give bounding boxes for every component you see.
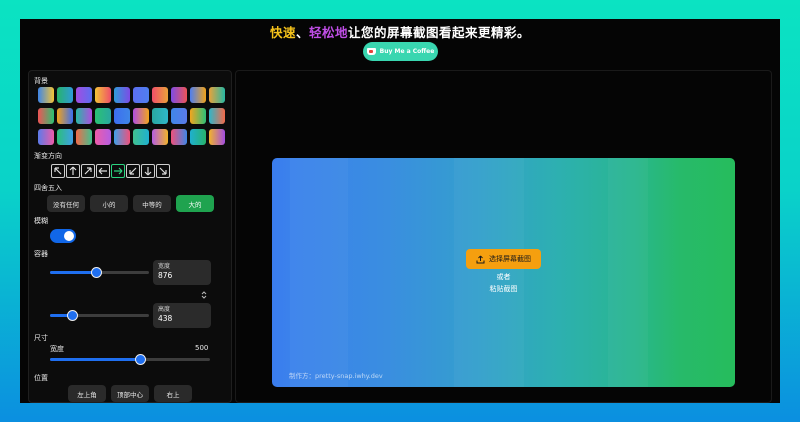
toggle-knob <box>64 231 74 241</box>
slider-thumb[interactable] <box>67 310 78 321</box>
title-rest: 让您的屏幕截图看起来更精彩。 <box>348 25 531 40</box>
choose-screenshot-button[interactable]: 选择屏幕截图 <box>466 249 541 269</box>
blur-label: 模糊 <box>34 217 48 225</box>
background-swatch[interactable] <box>38 129 54 145</box>
background-swatch[interactable] <box>114 87 130 103</box>
background-swatch[interactable] <box>209 129 225 145</box>
background-swatch[interactable] <box>171 129 187 145</box>
background-swatch[interactable] <box>76 87 92 103</box>
background-swatch[interactable] <box>38 108 54 124</box>
blur-toggle[interactable] <box>50 229 76 243</box>
background-swatch[interactable] <box>190 129 206 145</box>
or-text: 或者 <box>496 273 511 281</box>
background-swatch[interactable] <box>38 87 54 103</box>
arrow-right-icon <box>114 167 123 175</box>
settings-sidebar: 背景 渐变方向 四舍五入 没有任何 小的 中等的 大的 模糊 容器 宽度 876… <box>28 70 232 403</box>
direction-bottom-left-button[interactable] <box>126 164 140 178</box>
rounding-medium-button[interactable]: 中等的 <box>133 195 171 212</box>
rounding-label: 四舍五入 <box>34 184 62 192</box>
position-top-right-button[interactable]: 右上 <box>154 385 192 402</box>
size-label: 尺寸 <box>34 334 48 342</box>
background-swatch[interactable] <box>95 129 111 145</box>
background-swatch[interactable] <box>152 108 168 124</box>
background-swatch[interactable] <box>171 87 187 103</box>
app-window: 快速、轻松地让您的屏幕截图看起来更精彩。 Buy Me a Coffee 背景 … <box>20 19 780 403</box>
coffee-cup-icon <box>366 48 376 55</box>
arrow-up-left-icon <box>54 167 62 175</box>
background-swatch[interactable] <box>190 87 206 103</box>
paste-screenshot-text: 粘贴截图 <box>489 285 518 293</box>
arrow-left-icon <box>98 167 107 175</box>
background-swatch[interactable] <box>95 87 111 103</box>
background-swatch[interactable] <box>152 129 168 145</box>
arrow-down-right-icon <box>159 167 167 175</box>
gradient-direction-group <box>51 164 170 178</box>
position-label: 位置 <box>34 374 48 382</box>
swap-dimensions-icon[interactable] <box>201 290 207 300</box>
container-label: 容器 <box>34 250 48 258</box>
container-width-slider[interactable] <box>50 267 149 278</box>
background-swatch[interactable] <box>57 87 73 103</box>
background-label: 背景 <box>34 77 48 85</box>
rounding-large-button[interactable]: 大的 <box>176 195 214 212</box>
arrow-down-icon <box>144 167 152 176</box>
direction-left-button[interactable] <box>96 164 110 178</box>
background-swatch[interactable] <box>133 87 149 103</box>
position-top-left-button[interactable]: 左上角 <box>68 385 106 402</box>
upload-icon <box>476 255 485 263</box>
height-field-value: 438 <box>158 314 173 323</box>
container-height-slider[interactable] <box>50 310 149 321</box>
arrow-down-left-icon <box>129 167 137 175</box>
title-highlight-fast: 快速 <box>269 25 296 40</box>
choose-screenshot-label: 选择屏幕截图 <box>489 255 531 263</box>
background-swatch[interactable] <box>190 108 206 124</box>
title-highlight-easy: 轻松地 <box>309 25 349 40</box>
background-swatch[interactable] <box>152 87 168 103</box>
arrow-up-icon <box>69 166 77 175</box>
position-group: 左上角 顶部中心 右上 <box>68 385 192 402</box>
background-swatch[interactable] <box>57 108 73 124</box>
direction-top-left-button[interactable] <box>51 164 65 178</box>
rounding-none-button[interactable]: 没有任何 <box>47 195 85 212</box>
background-swatch[interactable] <box>171 108 187 124</box>
position-top-center-button[interactable]: 顶部中心 <box>111 385 149 402</box>
background-swatch[interactable] <box>209 108 225 124</box>
background-swatch[interactable] <box>114 129 130 145</box>
background-swatch[interactable] <box>57 129 73 145</box>
width-field-label: 宽度 <box>158 263 171 270</box>
slider-thumb[interactable] <box>91 267 102 278</box>
slider-thumb[interactable] <box>135 354 146 365</box>
background-swatch[interactable] <box>76 108 92 124</box>
size-width-slider[interactable] <box>50 354 210 365</box>
screenshot-canvas[interactable]: 选择屏幕截图 或者 粘贴截图 制作方：pretty-snap.iwhy.dev <box>272 158 735 387</box>
rounding-group: 没有任何 小的 中等的 大的 <box>47 195 214 212</box>
title-separator: 、 <box>295 25 309 40</box>
arrow-up-right-icon <box>84 167 92 175</box>
direction-up-button[interactable] <box>66 164 80 178</box>
direction-right-button[interactable] <box>111 164 125 178</box>
background-swatch[interactable] <box>209 87 225 103</box>
width-field-value: 876 <box>158 271 173 280</box>
background-swatch[interactable] <box>95 108 111 124</box>
background-swatch[interactable] <box>133 108 149 124</box>
background-swatch[interactable] <box>133 129 149 145</box>
preview-panel: 选择屏幕截图 或者 粘贴截图 制作方：pretty-snap.iwhy.dev <box>235 70 772 403</box>
buy-me-a-coffee-button[interactable]: Buy Me a Coffee <box>363 42 438 61</box>
direction-down-button[interactable] <box>141 164 155 178</box>
page-title: 快速、轻松地让您的屏幕截图看起来更精彩。 <box>20 22 780 41</box>
rounding-small-button[interactable]: 小的 <box>90 195 128 212</box>
credit-text: 制作方：pretty-snap.iwhy.dev <box>289 372 383 380</box>
size-width-value: 500 <box>195 344 209 352</box>
background-swatch[interactable] <box>76 129 92 145</box>
direction-bottom-right-button[interactable] <box>156 164 170 178</box>
container-width-field[interactable]: 宽度 876 <box>153 260 211 285</box>
gradient-direction-label: 渐变方向 <box>34 152 62 160</box>
buy-me-a-coffee-label: Buy Me a Coffee <box>379 48 435 55</box>
container-height-field[interactable]: 高度 438 <box>153 303 211 328</box>
direction-top-right-button[interactable] <box>81 164 95 178</box>
height-field-label: 高度 <box>158 306 171 313</box>
size-width-label: 宽度 <box>50 345 64 353</box>
background-swatch-grid <box>38 87 228 145</box>
background-swatch[interactable] <box>114 108 130 124</box>
